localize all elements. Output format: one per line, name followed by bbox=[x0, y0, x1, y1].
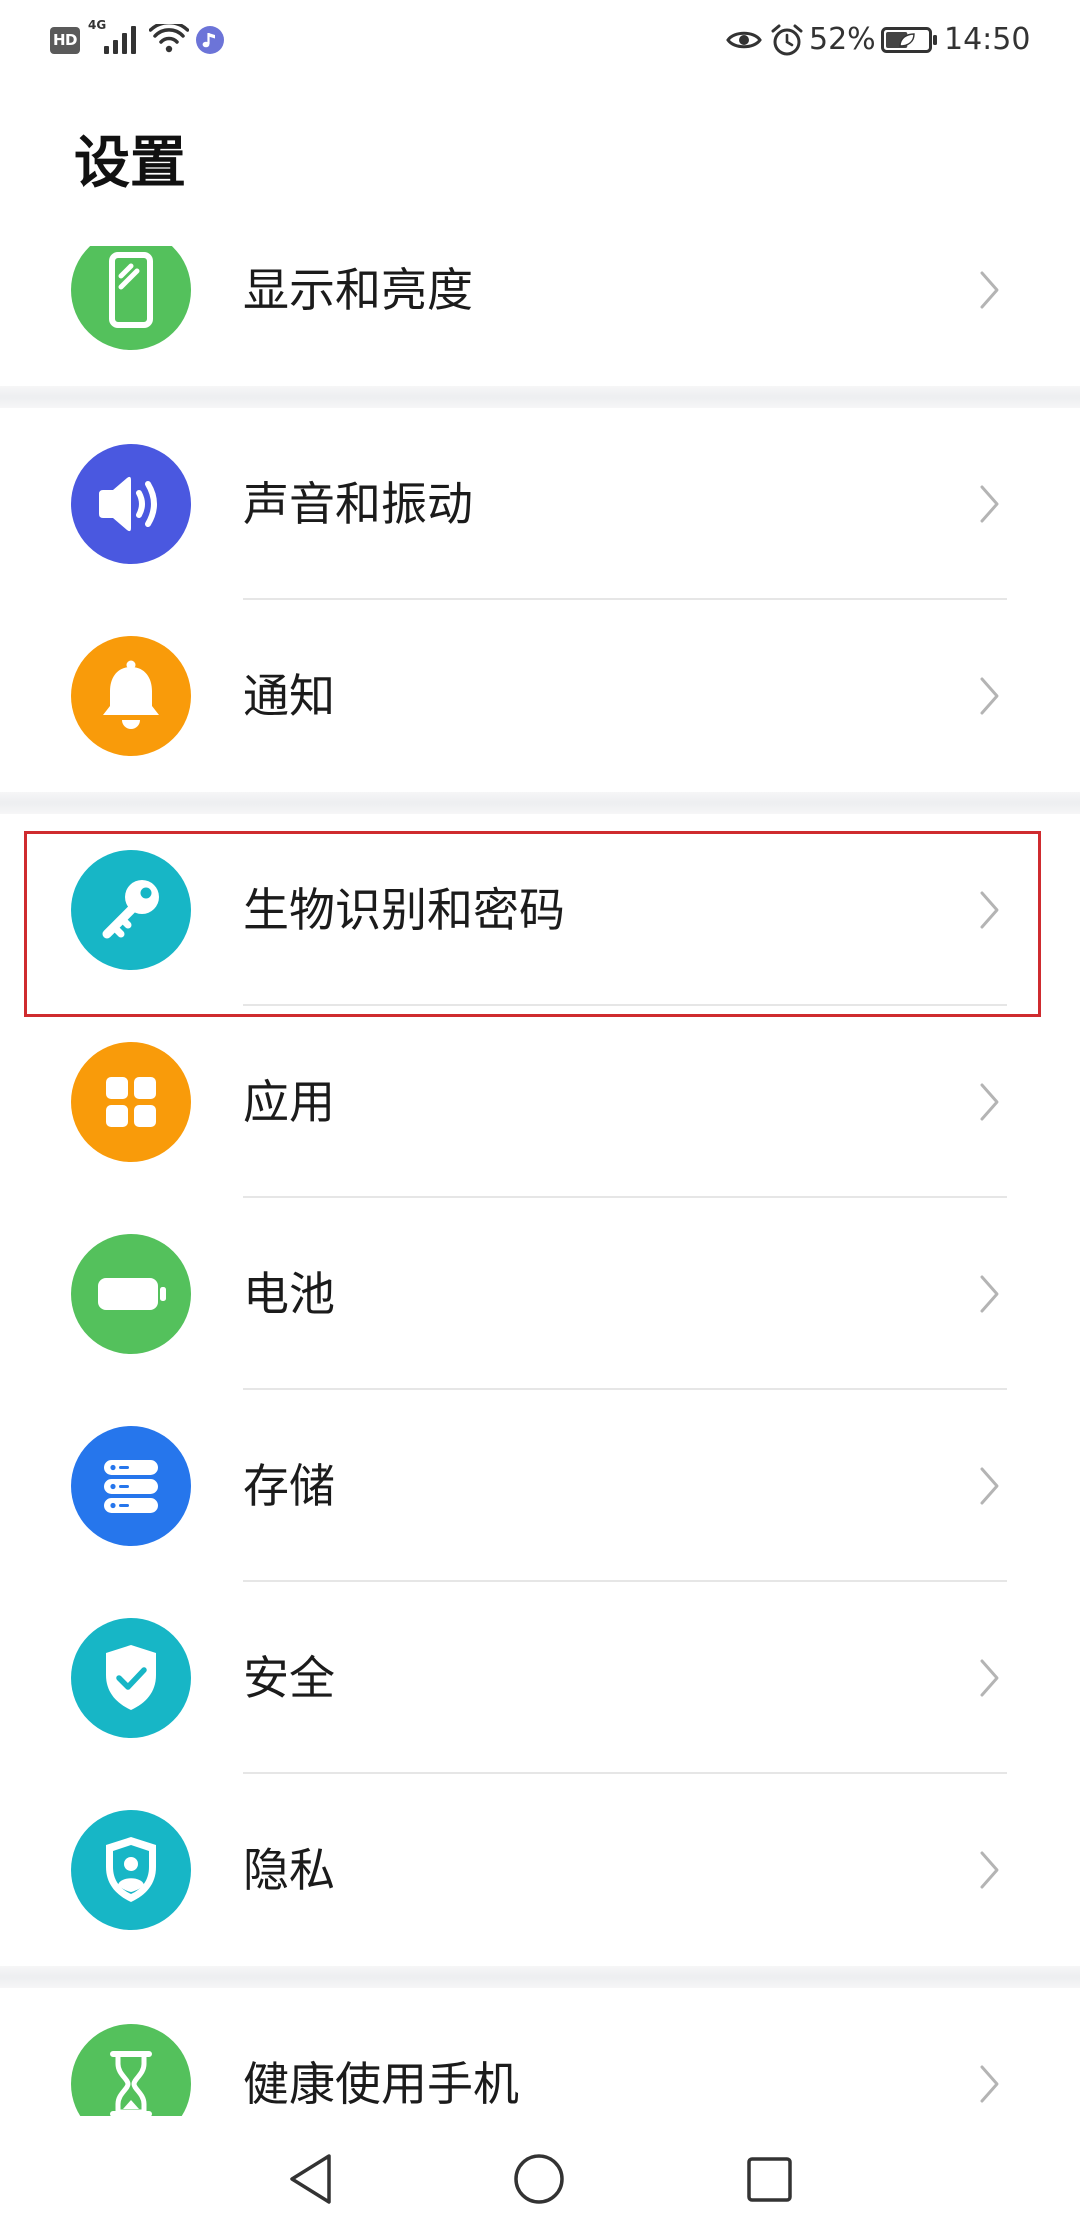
settings-item-label: 应用 bbox=[243, 1075, 335, 1129]
settings-item-storage[interactable]: 存储 bbox=[0, 1390, 1080, 1582]
eye-comfort-icon bbox=[726, 28, 762, 52]
settings-item-label: 显示和亮度 bbox=[243, 263, 473, 317]
settings-item-biometrics-password[interactable]: 生物识别和密码 bbox=[0, 814, 1080, 1006]
hourglass-icon bbox=[71, 2024, 191, 2116]
chevron-right-icon bbox=[979, 1466, 1001, 1506]
settings-item-label: 声音和振动 bbox=[243, 477, 473, 531]
shield-check-icon bbox=[71, 1618, 191, 1738]
settings-item-privacy[interactable]: 隐私 bbox=[0, 1774, 1080, 1966]
hd-badge: HD bbox=[50, 27, 80, 54]
battery-saver-icon bbox=[881, 27, 939, 53]
settings-item-digital-balance[interactable]: 健康使用手机 bbox=[0, 1988, 1080, 2116]
group-separator bbox=[0, 386, 1080, 408]
key-icon bbox=[71, 850, 191, 970]
signal-icon bbox=[104, 25, 138, 54]
settings-item-label: 存储 bbox=[243, 1459, 335, 1513]
privacy-shield-icon bbox=[71, 1810, 191, 1930]
settings-item-label: 隐私 bbox=[243, 1843, 335, 1897]
settings-list[interactable]: 显示和亮度 声音和振动 通知 生物识别和密码 应用 电池 存储 安全 隐私 健康… bbox=[0, 246, 1080, 2116]
settings-item-notifications[interactable]: 通知 bbox=[0, 600, 1080, 792]
group-separator bbox=[0, 792, 1080, 814]
chevron-right-icon bbox=[979, 484, 1001, 524]
chevron-right-icon bbox=[979, 1082, 1001, 1122]
apps-grid-icon bbox=[71, 1042, 191, 1162]
home-icon[interactable] bbox=[513, 2153, 565, 2205]
recents-icon[interactable] bbox=[747, 2157, 792, 2202]
status-bar: HD 4G 52% 14:50 bbox=[0, 0, 1080, 80]
chevron-right-icon bbox=[979, 1850, 1001, 1890]
navigation-bar bbox=[0, 2116, 1080, 2240]
settings-item-display-brightness[interactable]: 显示和亮度 bbox=[0, 246, 1080, 386]
settings-screen: HD 4G 52% 14:50 设置 显示和亮度 声音和振动 通知 生物识别和密… bbox=[0, 0, 1080, 2240]
back-icon[interactable] bbox=[287, 2153, 333, 2205]
chevron-right-icon bbox=[979, 676, 1001, 716]
settings-item-security[interactable]: 安全 bbox=[0, 1582, 1080, 1774]
page-title: 设置 bbox=[74, 131, 186, 196]
settings-item-label: 安全 bbox=[243, 1651, 335, 1705]
settings-item-label: 通知 bbox=[243, 669, 335, 723]
sound-icon bbox=[71, 444, 191, 564]
clock-time: 14:50 bbox=[944, 22, 1031, 57]
settings-item-label: 生物识别和密码 bbox=[243, 883, 565, 937]
chevron-right-icon bbox=[979, 890, 1001, 930]
chevron-right-icon bbox=[979, 2064, 1001, 2104]
settings-list-content: 显示和亮度 声音和振动 通知 生物识别和密码 应用 电池 存储 安全 隐私 健康… bbox=[0, 246, 1080, 2116]
storage-icon bbox=[71, 1426, 191, 1546]
settings-item-label: 电池 bbox=[243, 1267, 335, 1321]
chevron-right-icon bbox=[979, 1658, 1001, 1698]
group-separator bbox=[0, 1966, 1080, 1988]
battery-percent: 52% bbox=[809, 22, 876, 57]
music-notification-icon bbox=[196, 26, 224, 54]
chevron-right-icon bbox=[979, 1274, 1001, 1314]
chevron-right-icon bbox=[979, 270, 1001, 310]
settings-item-apps[interactable]: 应用 bbox=[0, 1006, 1080, 1198]
display-icon bbox=[71, 246, 191, 350]
settings-item-battery[interactable]: 电池 bbox=[0, 1198, 1080, 1390]
settings-item-label: 健康使用手机 bbox=[243, 2057, 519, 2111]
settings-item-sound-vibration[interactable]: 声音和振动 bbox=[0, 408, 1080, 600]
wifi-icon bbox=[148, 20, 190, 54]
alarm-icon bbox=[770, 23, 804, 57]
battery-icon bbox=[71, 1234, 191, 1354]
bell-icon bbox=[71, 636, 191, 756]
